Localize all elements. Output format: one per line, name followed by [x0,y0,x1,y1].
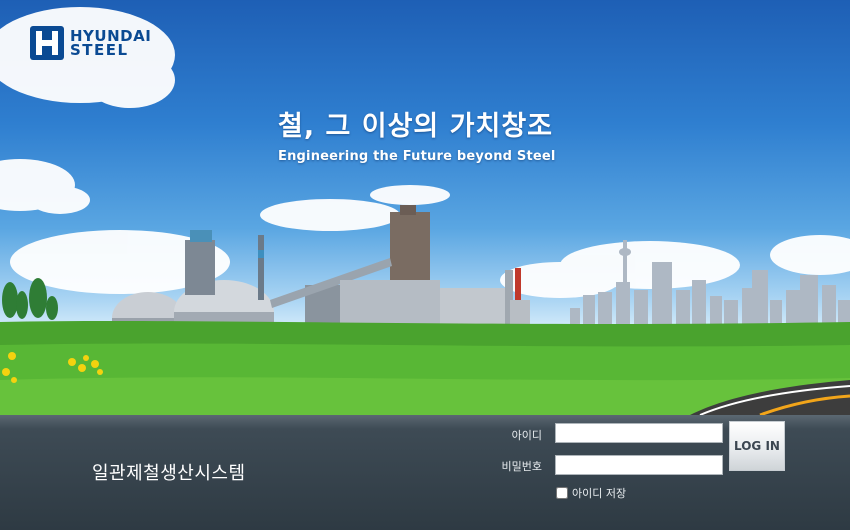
hero-banner: HYUNDAI STEEL 철, 그 이상의 가치창조 Engineering … [0,0,850,415]
slogan-korean: 철, 그 이상의 가치창조 [278,111,554,142]
password-input[interactable] [555,455,723,475]
landscape-illustration [0,7,850,415]
id-label: 아이디 [511,429,542,442]
id-input[interactable] [555,423,723,443]
hyundai-h-icon [30,26,64,60]
slogan: 철, 그 이상의 가치창조 Engineering the Future bey… [278,104,556,164]
system-name: 일관제철생산시스템 [92,463,246,484]
save-id-option[interactable]: 아이디 저장 [556,485,626,501]
save-id-label[interactable]: 아이디 저장 [572,485,626,501]
logo-wordmark-bottom: STEEL [70,41,129,59]
login-bar: 일관제철생산시스템 아이디 비밀번호 LOG IN 아이디 저장 [0,415,850,530]
password-label: 비밀번호 [501,460,542,473]
login-button[interactable]: LOG IN [729,421,785,471]
slogan-english: Engineering the Future beyond Steel [278,149,556,164]
hyundai-steel-logo: HYUNDAI STEEL [30,26,151,60]
save-id-checkbox[interactable] [556,487,568,499]
